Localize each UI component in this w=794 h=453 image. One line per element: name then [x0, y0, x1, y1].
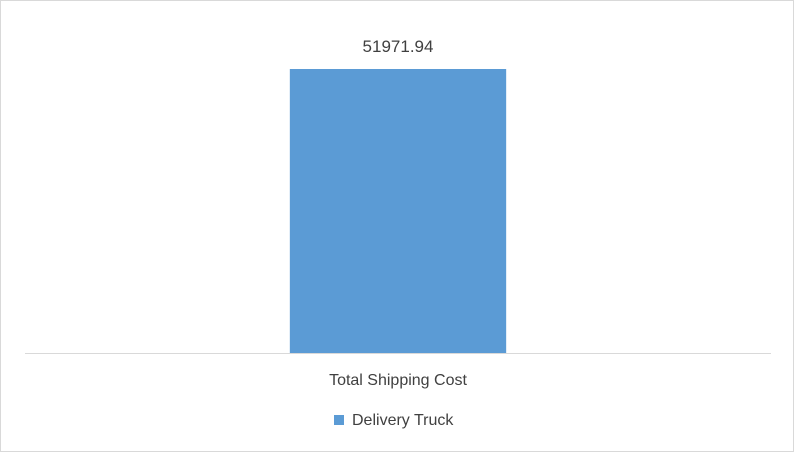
legend-swatch — [334, 415, 344, 425]
data-label: 51971.94 — [363, 37, 434, 56]
legend: Delivery Truck — [334, 412, 454, 429]
legend-label: Delivery Truck — [352, 412, 454, 429]
plot-area — [289, 69, 507, 353]
x-tick-label: Total Shipping Cost — [329, 372, 467, 389]
chart-frame: 51971.94 Total Shipping Cost Delivery Tru… — [0, 0, 794, 452]
bar-delivery-truck — [289, 69, 507, 353]
bar-chart: 51971.94 Total Shipping Cost Delivery Tru… — [25, 37, 771, 429]
